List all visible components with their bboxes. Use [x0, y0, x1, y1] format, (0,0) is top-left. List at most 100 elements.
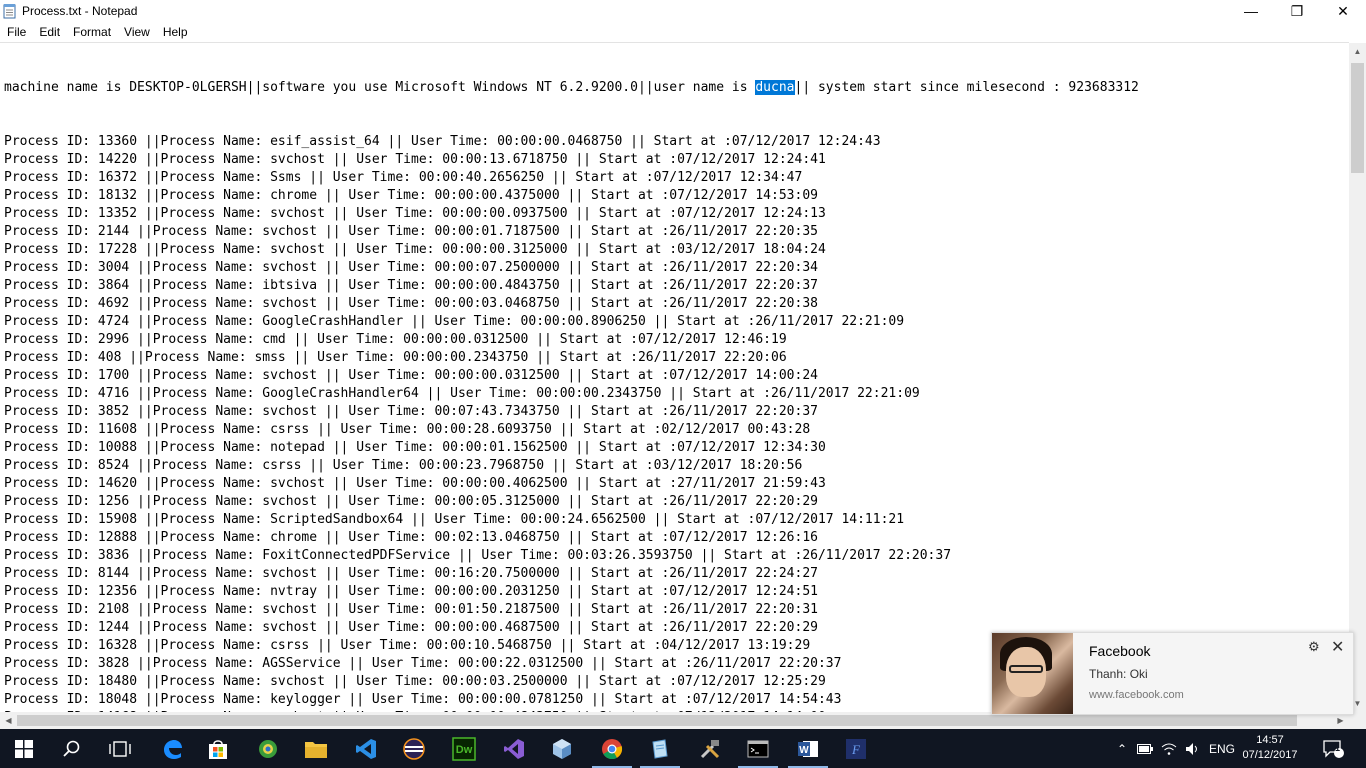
notification-app-name: Facebook [1089, 643, 1151, 659]
notification-message: Thanh: Oki [1089, 667, 1148, 681]
text-line: Process ID: 1256 ||Process Name: svchost… [4, 494, 818, 509]
chrome-icon [602, 738, 623, 759]
show-hidden-icons-button[interactable]: ⌃ [1112, 729, 1132, 768]
svg-text:W: W [799, 745, 809, 756]
taskbar-tools[interactable] [686, 729, 734, 768]
clock-time: 14:57 [1256, 734, 1284, 746]
text-line: Process ID: 3004 ||Process Name: svchost… [4, 260, 818, 275]
taskbar-dreamweaver[interactable]: Dw [440, 729, 488, 768]
notification-source: www.facebook.com [1089, 689, 1184, 701]
title-bar[interactable]: Process.txt - Notepad — ❐ ✕ [0, 0, 1366, 22]
text-line: Process ID: 14620 ||Process Name: svchos… [4, 476, 826, 491]
volume-icon[interactable] [1182, 729, 1204, 768]
text-line: Process ID: 408 ||Process Name: smss || … [4, 350, 787, 365]
taskbar-photos[interactable] [244, 729, 292, 768]
clock-date: 07/12/2017 [1242, 749, 1298, 761]
text-line: Process ID: 18132 ||Process Name: chrome… [4, 188, 818, 203]
restore-button[interactable]: ❐ [1274, 0, 1320, 22]
menu-help[interactable]: Help [156, 23, 194, 42]
notification-close-button[interactable]: ✕ [1331, 637, 1344, 657]
terminal-icon [747, 740, 769, 757]
taskbar-unknown-app[interactable]: F [832, 729, 880, 768]
text-line: Process ID: 1244 ||Process Name: svchost… [4, 620, 818, 635]
close-icon: ✕ [1337, 2, 1349, 19]
notification-toast[interactable]: Facebook Thanh: Oki www.facebook.com ⚙ ✕ [991, 632, 1354, 715]
text-line: Process ID: 4724 ||Process Name: GoogleC… [4, 314, 905, 329]
text-line: Process ID: 15908 ||Process Name: Script… [4, 512, 905, 527]
battery-icon[interactable] [1134, 729, 1156, 768]
taskbar-eclipse[interactable] [390, 729, 438, 768]
taskbar-notepad[interactable] [636, 729, 684, 768]
taskbar-chrome[interactable] [588, 729, 636, 768]
notepad-icon [3, 4, 16, 19]
scroll-up-arrow-icon[interactable]: ▲ [1349, 43, 1366, 60]
text-line: Process ID: 18048 ||Process Name: keylog… [4, 692, 842, 707]
scroll-left-arrow-icon[interactable]: ◀ [0, 712, 17, 729]
text-line: Process ID: 11608 ||Process Name: csrss … [4, 422, 811, 437]
text-line: Process ID: 16328 ||Process Name: csrss … [4, 638, 811, 653]
text-line: Process ID: 18480 ||Process Name: svchos… [4, 674, 826, 689]
menu-file[interactable]: File [0, 23, 32, 42]
network-icon[interactable] [1158, 729, 1180, 768]
taskbar-clock[interactable]: 14:57 07/12/2017 [1240, 733, 1300, 763]
svg-text:Dw: Dw [456, 744, 473, 756]
vertical-scrollbar[interactable]: ▲ ▼ [1349, 43, 1366, 712]
start-button[interactable] [0, 729, 48, 768]
text-line: Process ID: 17228 ||Process Name: svchos… [4, 242, 826, 257]
taskbar-file-explorer[interactable] [292, 729, 340, 768]
tools-icon [700, 739, 720, 758]
taskbar-edge[interactable] [148, 729, 196, 768]
task-view-button[interactable] [96, 729, 144, 768]
action-center-icon [1323, 739, 1344, 758]
language-indicator[interactable]: ENG [1206, 729, 1238, 768]
vscode-icon [356, 738, 376, 759]
horizontal-scroll-thumb[interactable] [17, 715, 1297, 726]
text-line: Process ID: 3864 ||Process Name: ibtsiva… [4, 278, 818, 293]
taskbar-cmd[interactable] [734, 729, 782, 768]
menu-edit[interactable]: Edit [32, 23, 66, 42]
word-icon: W [798, 740, 818, 757]
menu-format[interactable]: Format [66, 23, 117, 42]
notification-count: 1 [1335, 743, 1341, 753]
text-line: Process ID: 12888 ||Process Name: chrome… [4, 530, 818, 545]
header-text-before: machine name is DESKTOP-0LGERSH||softwar… [4, 80, 756, 95]
text-line: Process ID: 16372 ||Process Name: Ssms |… [4, 170, 803, 185]
selected-text[interactable]: ducna [755, 80, 795, 95]
minimize-button[interactable]: — [1228, 0, 1274, 22]
text-line: Process ID: 13352 ||Process Name: svchos… [4, 206, 826, 221]
store-icon [209, 739, 227, 759]
visual-studio-icon [504, 738, 524, 759]
text-line: Process ID: 8144 ||Process Name: svchost… [4, 566, 818, 581]
text-line: Process ID: 1700 ||Process Name: svchost… [4, 368, 818, 383]
text-line: Process ID: 4716 ||Process Name: GoogleC… [4, 386, 920, 401]
windows-logo-icon [15, 739, 33, 758]
edge-icon [164, 739, 182, 759]
taskbar-word[interactable]: W [784, 729, 832, 768]
task-view-icon [109, 740, 131, 757]
eclipse-icon [403, 737, 425, 760]
search-icon [63, 740, 80, 757]
vertical-scroll-thumb[interactable] [1351, 63, 1364, 173]
close-button[interactable]: ✕ [1320, 0, 1366, 22]
minimize-icon: — [1244, 3, 1258, 19]
taskbar-store[interactable] [194, 729, 242, 768]
taskbar-visual-studio[interactable] [490, 729, 538, 768]
text-line: Process ID: 2996 ||Process Name: cmd || … [4, 332, 787, 347]
action-center-button[interactable]: 1 [1316, 729, 1350, 768]
search-button[interactable] [48, 729, 96, 768]
text-editor[interactable]: machine name is DESKTOP-0LGERSH||softwar… [0, 42, 1349, 713]
gear-icon[interactable]: ⚙ [1308, 639, 1320, 655]
taskbar-virtualbox[interactable] [538, 729, 586, 768]
header-line: machine name is DESKTOP-0LGERSH||softwar… [4, 79, 1147, 97]
menu-view[interactable]: View [117, 23, 156, 42]
document-text[interactable]: machine name is DESKTOP-0LGERSH||softwar… [4, 43, 1147, 713]
text-line: Process ID: 13360 ||Process Name: esif_a… [4, 134, 881, 149]
contact-photo [992, 633, 1073, 714]
taskbar-vscode[interactable] [342, 729, 390, 768]
header-text-after: || system start since milesecond : 92368… [794, 80, 1139, 95]
restore-icon: ❐ [1290, 2, 1304, 19]
folder-icon [305, 741, 327, 758]
photos-icon [259, 739, 277, 758]
text-line: Process ID: 14220 ||Process Name: svchos… [4, 152, 826, 167]
virtualbox-icon [553, 738, 571, 759]
